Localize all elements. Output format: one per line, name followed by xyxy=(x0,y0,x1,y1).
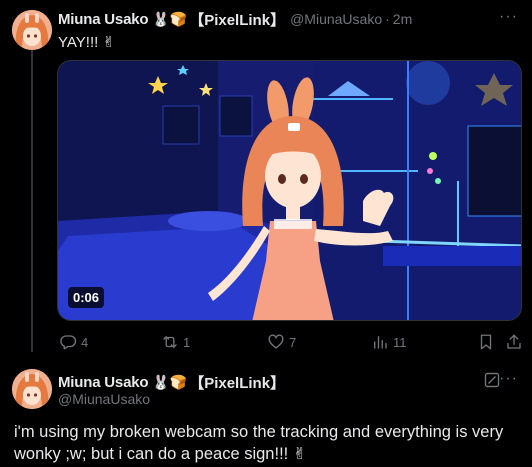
share-icon xyxy=(507,334,521,349)
author-emoji: 🐰🍞 xyxy=(152,10,188,27)
bookmark-button[interactable] xyxy=(477,333,499,351)
like-icon xyxy=(268,334,284,349)
like-count: 7 xyxy=(289,334,297,350)
avatar[interactable] xyxy=(12,10,52,50)
like-button[interactable]: 7 xyxy=(267,333,296,351)
more-icon[interactable]: ··· xyxy=(499,8,518,26)
repost-count: 1 xyxy=(183,334,191,350)
tweet-text: i'm using my broken webcam so the tracki… xyxy=(14,423,504,463)
bookmark-icon xyxy=(480,334,492,350)
timestamp[interactable]: 2m xyxy=(393,11,412,27)
share-button[interactable] xyxy=(505,333,527,351)
video-frame xyxy=(58,61,521,320)
author-tag: 【PixelLink】 xyxy=(189,375,286,392)
tweet-text: YAY!!! ✌ xyxy=(58,34,116,51)
video-duration: 0:06 xyxy=(68,287,105,308)
views-count: 11 xyxy=(393,334,407,350)
author-name[interactable]: Miuna Usako xyxy=(58,11,149,28)
tweet-header: Miuna Usako 🐰🍞 【PixelLink】 @MiunaUsako ·… xyxy=(58,9,412,29)
tweet-actions: 4 1 7 11 xyxy=(57,333,522,353)
reply-button[interactable]: 4 xyxy=(59,333,88,351)
video-player[interactable]: 0:06 xyxy=(57,60,522,321)
avatar[interactable] xyxy=(12,369,52,409)
reply-icon xyxy=(60,335,77,350)
author-name[interactable]: Miuna Usako xyxy=(58,374,149,391)
more-icon[interactable]: ··· xyxy=(499,370,518,388)
repost-button[interactable]: 1 xyxy=(161,333,190,351)
reply-tweet[interactable]: Miuna Usako 🐰🍞 【PixelLink】 @MiunaUsako ·… xyxy=(0,360,532,467)
views-button[interactable]: 11 xyxy=(371,333,407,351)
reply-count: 4 xyxy=(81,334,89,350)
tweet-header: Miuna Usako 🐰🍞 【PixelLink】 xyxy=(58,372,285,393)
repost-icon xyxy=(163,336,177,348)
author-tag: 【PixelLink】 xyxy=(189,11,286,29)
author-emoji: 🐰🍞 xyxy=(152,374,188,390)
parent-tweet[interactable]: Miuna Usako 🐰🍞 【PixelLink】 @MiunaUsako ·… xyxy=(0,0,532,360)
separator-dot: · xyxy=(385,11,390,27)
thread-line xyxy=(31,50,33,352)
author-handle[interactable]: @MiunaUsako xyxy=(58,391,150,407)
views-icon xyxy=(374,336,387,349)
grok-icon[interactable] xyxy=(484,372,500,388)
author-handle[interactable]: @MiunaUsako xyxy=(290,11,382,27)
